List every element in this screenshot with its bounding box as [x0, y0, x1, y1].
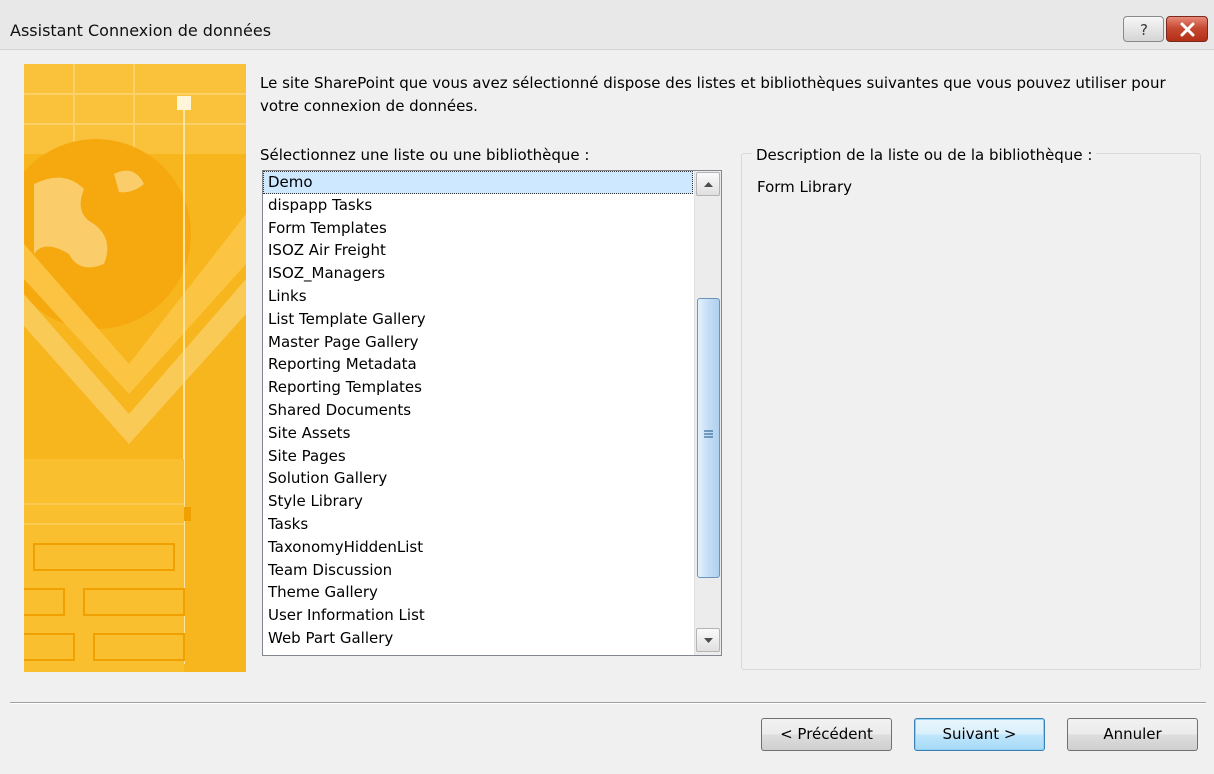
wizard-banner-image [24, 64, 246, 672]
arrow-up-icon [704, 182, 713, 187]
list-item[interactable]: User Information List [263, 604, 693, 627]
list-library-listbox[interactable]: Demo dispapp Tasks Form Templates ISOZ Air … [262, 170, 722, 656]
list-item[interactable]: Shared Documents [263, 399, 693, 422]
title-bar: Assistant Connexion de données ? [0, 0, 1214, 50]
grip-icon [704, 430, 713, 438]
scroll-down-button[interactable] [696, 628, 720, 652]
list-item[interactable]: Site Assets [263, 422, 693, 445]
list-item[interactable]: Master Page Gallery [263, 331, 693, 354]
list-items-container: Demo dispapp Tasks Form Templates ISOZ Air … [263, 171, 693, 650]
list-item[interactable]: ISOZ_Managers [263, 262, 693, 285]
separator-line [10, 702, 1206, 704]
previous-button[interactable]: < Précédent [761, 718, 892, 751]
next-button[interactable]: Suivant > [914, 718, 1045, 751]
svg-text:?: ? [1140, 21, 1148, 38]
description-label: Description de la liste ou de la bibliot… [752, 146, 1097, 164]
description-text: Form Library [757, 178, 853, 196]
list-item[interactable]: dispapp Tasks [263, 194, 693, 217]
question-icon: ? [1140, 21, 1148, 38]
help-button[interactable]: ? [1123, 16, 1164, 42]
list-item[interactable]: Theme Gallery [263, 581, 693, 604]
list-item[interactable]: Reporting Templates [263, 376, 693, 399]
list-item[interactable]: TaxonomyHiddenList [263, 536, 693, 559]
vertical-scrollbar[interactable] [694, 171, 721, 655]
description-group [741, 153, 1201, 670]
intro-text: Le site SharePoint que vous avez sélecti… [260, 74, 1166, 115]
list-item[interactable]: Solution Gallery [263, 467, 693, 490]
arrow-down-icon [704, 638, 713, 643]
list-item[interactable]: Tasks [263, 513, 693, 536]
list-item[interactable]: Form Templates [263, 217, 693, 240]
list-item[interactable]: Site Pages [263, 445, 693, 468]
list-item[interactable]: Web Part Gallery [263, 627, 693, 650]
list-item[interactable]: Links [263, 285, 693, 308]
window-title: Assistant Connexion de données [10, 21, 272, 40]
list-item[interactable]: Style Library [263, 490, 693, 513]
scroll-up-button[interactable] [696, 172, 720, 196]
list-item[interactable]: Team Discussion [263, 559, 693, 582]
scrollbar-thumb[interactable] [697, 298, 720, 578]
close-icon [1180, 22, 1195, 37]
list-item[interactable]: Reporting Metadata [263, 353, 693, 376]
list-item[interactable]: List Template Gallery [263, 308, 693, 331]
cancel-button[interactable]: Annuler [1067, 718, 1198, 751]
list-selection-label: Sélectionnez une liste ou une bibliothèq… [260, 146, 590, 164]
list-item[interactable]: ISOZ Air Freight [263, 239, 693, 262]
close-button[interactable] [1166, 16, 1208, 42]
list-item[interactable]: Demo [263, 171, 693, 194]
